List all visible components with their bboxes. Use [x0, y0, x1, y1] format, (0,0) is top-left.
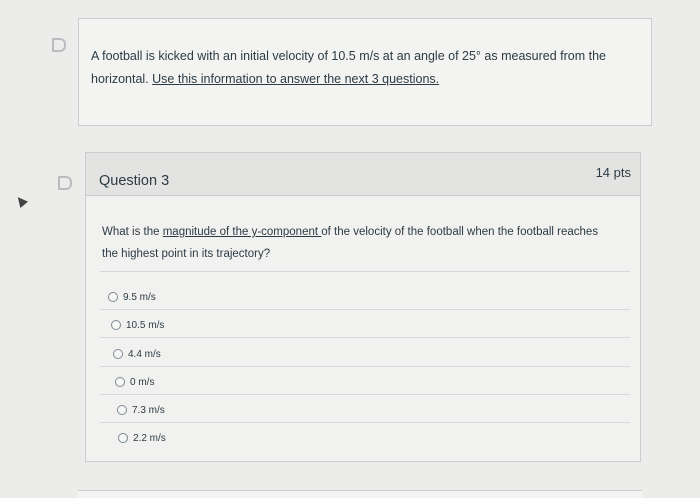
radio-button[interactable]: [117, 405, 127, 415]
divider: [100, 422, 630, 423]
intro-line-1: A football is kicked with an initial vel…: [91, 49, 606, 63]
radio-button[interactable]: [108, 292, 118, 302]
divider: [100, 271, 630, 272]
answer-option[interactable]: 4.4 m/s: [113, 343, 161, 365]
divider: [100, 366, 630, 367]
answer-label: 9.5 m/s: [123, 291, 156, 303]
divider: [100, 394, 630, 395]
intro-underlined-note: Use this information to answer the next …: [152, 72, 440, 86]
divider: [100, 337, 630, 338]
radio-button[interactable]: [111, 320, 121, 330]
answer-label: 0 m/s: [130, 376, 155, 388]
intro-line-2: horizontal.: [91, 72, 153, 86]
intro-text-block: A football is kicked with an initial vel…: [78, 18, 652, 126]
answer-label: 10.5 m/s: [126, 319, 165, 331]
question-prompt: What is the magnitude of the y-component…: [102, 221, 602, 265]
answer-option[interactable]: 2.2 m/s: [118, 427, 166, 449]
answer-label: 7.3 m/s: [132, 404, 165, 416]
radio-button[interactable]: [115, 377, 125, 387]
answer-option[interactable]: 7.3 m/s: [117, 399, 165, 421]
answer-label: 2.2 m/s: [133, 432, 166, 444]
mouse-cursor-icon: [13, 193, 29, 209]
question-card: Question 3 14 pts What is the magnitude …: [85, 152, 641, 462]
intro-text: A football is kicked with an initial vel…: [91, 45, 631, 91]
answer-option[interactable]: 9.5 m/s: [108, 286, 156, 308]
radio-button[interactable]: [118, 433, 128, 443]
question-title: Question 3: [99, 173, 170, 189]
question-header: Question 3 14 pts: [86, 153, 640, 196]
answer-option[interactable]: 0 m/s: [115, 371, 154, 393]
question-points: 14 pts: [595, 165, 631, 180]
answer-option[interactable]: 10.5 m/s: [111, 314, 164, 336]
flag-icon[interactable]: [52, 38, 66, 52]
answer-label: 4.4 m/s: [128, 348, 161, 360]
flag-question-icon[interactable]: [58, 176, 72, 190]
divider: [100, 309, 630, 310]
prompt-underlined: magnitude of the y-component: [162, 226, 322, 238]
prompt-text-pre: What is the: [102, 226, 163, 238]
radio-button[interactable]: [113, 349, 123, 359]
